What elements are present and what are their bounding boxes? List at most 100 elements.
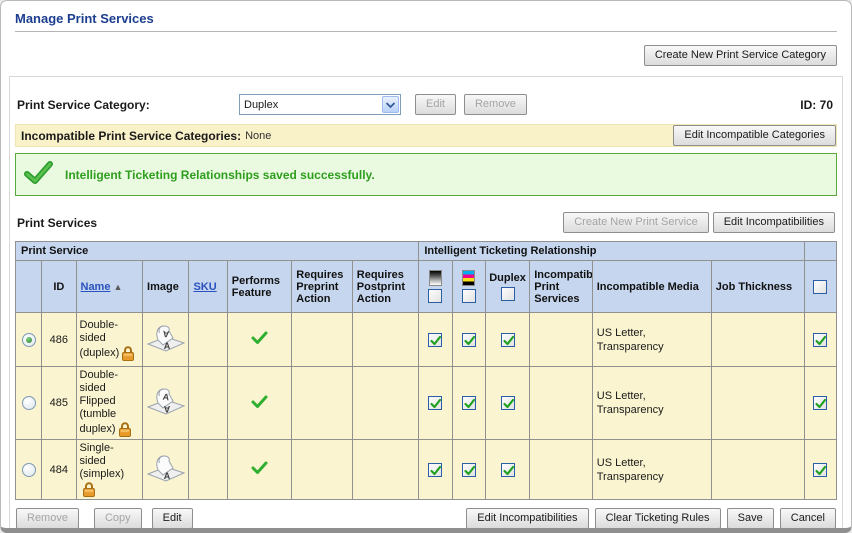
row-checkbox[interactable] bbox=[428, 463, 442, 477]
column-header-color bbox=[452, 261, 485, 313]
row-select-radio[interactable] bbox=[22, 396, 36, 410]
row-id: 485 bbox=[42, 367, 76, 440]
row-requires-postprint bbox=[352, 440, 419, 500]
row-duplex-cell bbox=[485, 440, 529, 500]
row-name: Double-sided Flipped (tumble duplex) bbox=[76, 367, 143, 440]
svg-text:A: A bbox=[163, 341, 170, 351]
print-service-table-body: 486Double-sided (duplex)AAUS Letter, Tra… bbox=[16, 313, 837, 500]
table-row: 485Double-sided Flipped (tumble duplex) A… bbox=[16, 367, 837, 440]
column-header-job-thickness: Job Thickness bbox=[711, 261, 804, 313]
incompatible-categories-label: Incompatible Print Service Categories: bbox=[21, 129, 241, 143]
column-header-sku: SKU bbox=[189, 261, 227, 313]
row-color-cell bbox=[452, 440, 485, 500]
row-incompatible-media: US Letter, Transparency bbox=[592, 313, 711, 367]
edit-incompatible-categories-button[interactable]: Edit Incompatible Categories bbox=[673, 125, 836, 146]
group-header-intelligent-ticketing: Intelligent Ticketing Relationship bbox=[419, 242, 804, 261]
column-header-performs-feature: Performs Feature bbox=[227, 261, 292, 313]
column-header-incompatible-media: Incompatible Media bbox=[592, 261, 711, 313]
row-performs-feature bbox=[227, 367, 292, 440]
copy-button[interactable]: Copy bbox=[94, 508, 142, 529]
incompatible-categories-bar: Incompatible Print Service Categories: N… bbox=[15, 124, 837, 147]
column-header-incompatible-print-services: Incompatible Print Services bbox=[530, 261, 593, 313]
page-frame: Manage Print Services Create New Print S… bbox=[0, 0, 852, 533]
tumble-image-icon: AA bbox=[146, 407, 186, 419]
column-header-select-all bbox=[804, 261, 836, 313]
edit-incompatibilities-bottom-button[interactable]: Edit Incompatibilities bbox=[466, 508, 588, 529]
column-header-id: ID bbox=[42, 261, 76, 313]
print-service-category-select[interactable]: Duplex bbox=[239, 94, 401, 115]
category-edit-button[interactable]: Edit bbox=[415, 94, 456, 115]
row-color-cell bbox=[452, 367, 485, 440]
row-select-radio[interactable] bbox=[22, 333, 36, 347]
row-checkbox[interactable] bbox=[462, 463, 476, 477]
row-bw-cell bbox=[419, 313, 452, 367]
column-header-image: Image bbox=[143, 261, 189, 313]
table-group-header-row: Print Service Intelligent Ticketing Rela… bbox=[16, 242, 837, 261]
svg-text:A: A bbox=[163, 404, 170, 414]
row-checkbox[interactable] bbox=[501, 396, 515, 410]
row-checkbox[interactable] bbox=[501, 333, 515, 347]
row-checkbox[interactable] bbox=[501, 463, 515, 477]
row-select-all-checkbox[interactable] bbox=[813, 280, 827, 294]
row-sku bbox=[189, 313, 227, 367]
row-checkbox[interactable] bbox=[428, 333, 442, 347]
duplex-image-icon: AA bbox=[146, 344, 186, 356]
row-sku bbox=[189, 367, 227, 440]
category-remove-button[interactable]: Remove bbox=[464, 94, 527, 115]
row-select-radio[interactable] bbox=[22, 463, 36, 477]
row-incompatible-print-services bbox=[530, 313, 593, 367]
row-bw-cell bbox=[419, 367, 452, 440]
title-bar: Manage Print Services bbox=[15, 11, 837, 26]
row-incompatible-print-services bbox=[530, 440, 593, 500]
row-checkbox[interactable] bbox=[428, 396, 442, 410]
row-bw-cell bbox=[419, 440, 452, 500]
row-job-thickness bbox=[711, 367, 804, 440]
clear-ticketing-rules-button[interactable]: Clear Ticketing Rules bbox=[595, 508, 721, 529]
row-duplex-cell bbox=[485, 313, 529, 367]
row-checkbox[interactable] bbox=[813, 463, 827, 477]
lock-icon bbox=[82, 481, 96, 497]
create-new-print-service-button[interactable]: Create New Print Service bbox=[563, 212, 709, 233]
row-checkbox[interactable] bbox=[462, 396, 476, 410]
color-select-all-checkbox[interactable] bbox=[462, 289, 476, 303]
row-image: AA bbox=[143, 367, 189, 440]
print-services-row: Print Services Create New Print Service … bbox=[17, 212, 835, 233]
row-performs-feature bbox=[227, 440, 292, 500]
table-row: 486Double-sided (duplex)AAUS Letter, Tra… bbox=[16, 313, 837, 367]
green-checkmark-icon bbox=[251, 400, 268, 412]
bw-select-all-checkbox[interactable] bbox=[428, 289, 442, 303]
sku-sort-link[interactable]: SKU bbox=[193, 281, 216, 293]
row-duplex-cell bbox=[485, 367, 529, 440]
row-name-text: Double-sided Flipped (tumble duplex) bbox=[80, 369, 119, 435]
row-select-cell bbox=[804, 440, 836, 500]
row-incompatible-media: US Letter, Transparency bbox=[592, 440, 711, 500]
row-name-text: Single-sided (simplex) bbox=[80, 442, 125, 480]
green-checkmark-icon bbox=[251, 336, 268, 348]
lock-icon bbox=[118, 421, 132, 437]
group-header-print-service: Print Service bbox=[16, 242, 419, 261]
title-divider bbox=[15, 31, 837, 32]
duplex-select-all-checkbox[interactable] bbox=[501, 287, 515, 301]
remove-button[interactable]: Remove bbox=[16, 508, 79, 529]
row-checkbox[interactable] bbox=[813, 333, 827, 347]
edit-button[interactable]: Edit bbox=[152, 508, 193, 529]
row-requires-preprint bbox=[292, 367, 353, 440]
column-header-name: Name▲ bbox=[76, 261, 143, 313]
footer-button-row: Remove Copy Edit Edit Incompatibilities … bbox=[16, 508, 836, 529]
row-checkbox[interactable] bbox=[813, 396, 827, 410]
row-checkbox[interactable] bbox=[462, 333, 476, 347]
footer-right-buttons: Edit Incompatibilities Clear Ticketing R… bbox=[463, 508, 836, 529]
main-panel: Print Service Category: Duplex Edit Remo… bbox=[9, 76, 843, 533]
row-requires-preprint bbox=[292, 313, 353, 367]
cancel-button[interactable]: Cancel bbox=[780, 508, 836, 529]
edit-incompatibilities-top-button[interactable]: Edit Incompatibilities bbox=[713, 212, 835, 233]
create-new-print-service-category-button[interactable]: Create New Print Service Category bbox=[644, 45, 837, 66]
select-value: Duplex bbox=[240, 99, 381, 111]
incompatible-categories-value: None bbox=[245, 130, 271, 142]
name-sort-link[interactable]: Name bbox=[81, 281, 111, 293]
page-title: Manage Print Services bbox=[15, 11, 154, 26]
row-requires-postprint bbox=[352, 367, 419, 440]
row-job-thickness bbox=[711, 440, 804, 500]
column-header-radio bbox=[16, 261, 42, 313]
save-button[interactable]: Save bbox=[727, 508, 774, 529]
